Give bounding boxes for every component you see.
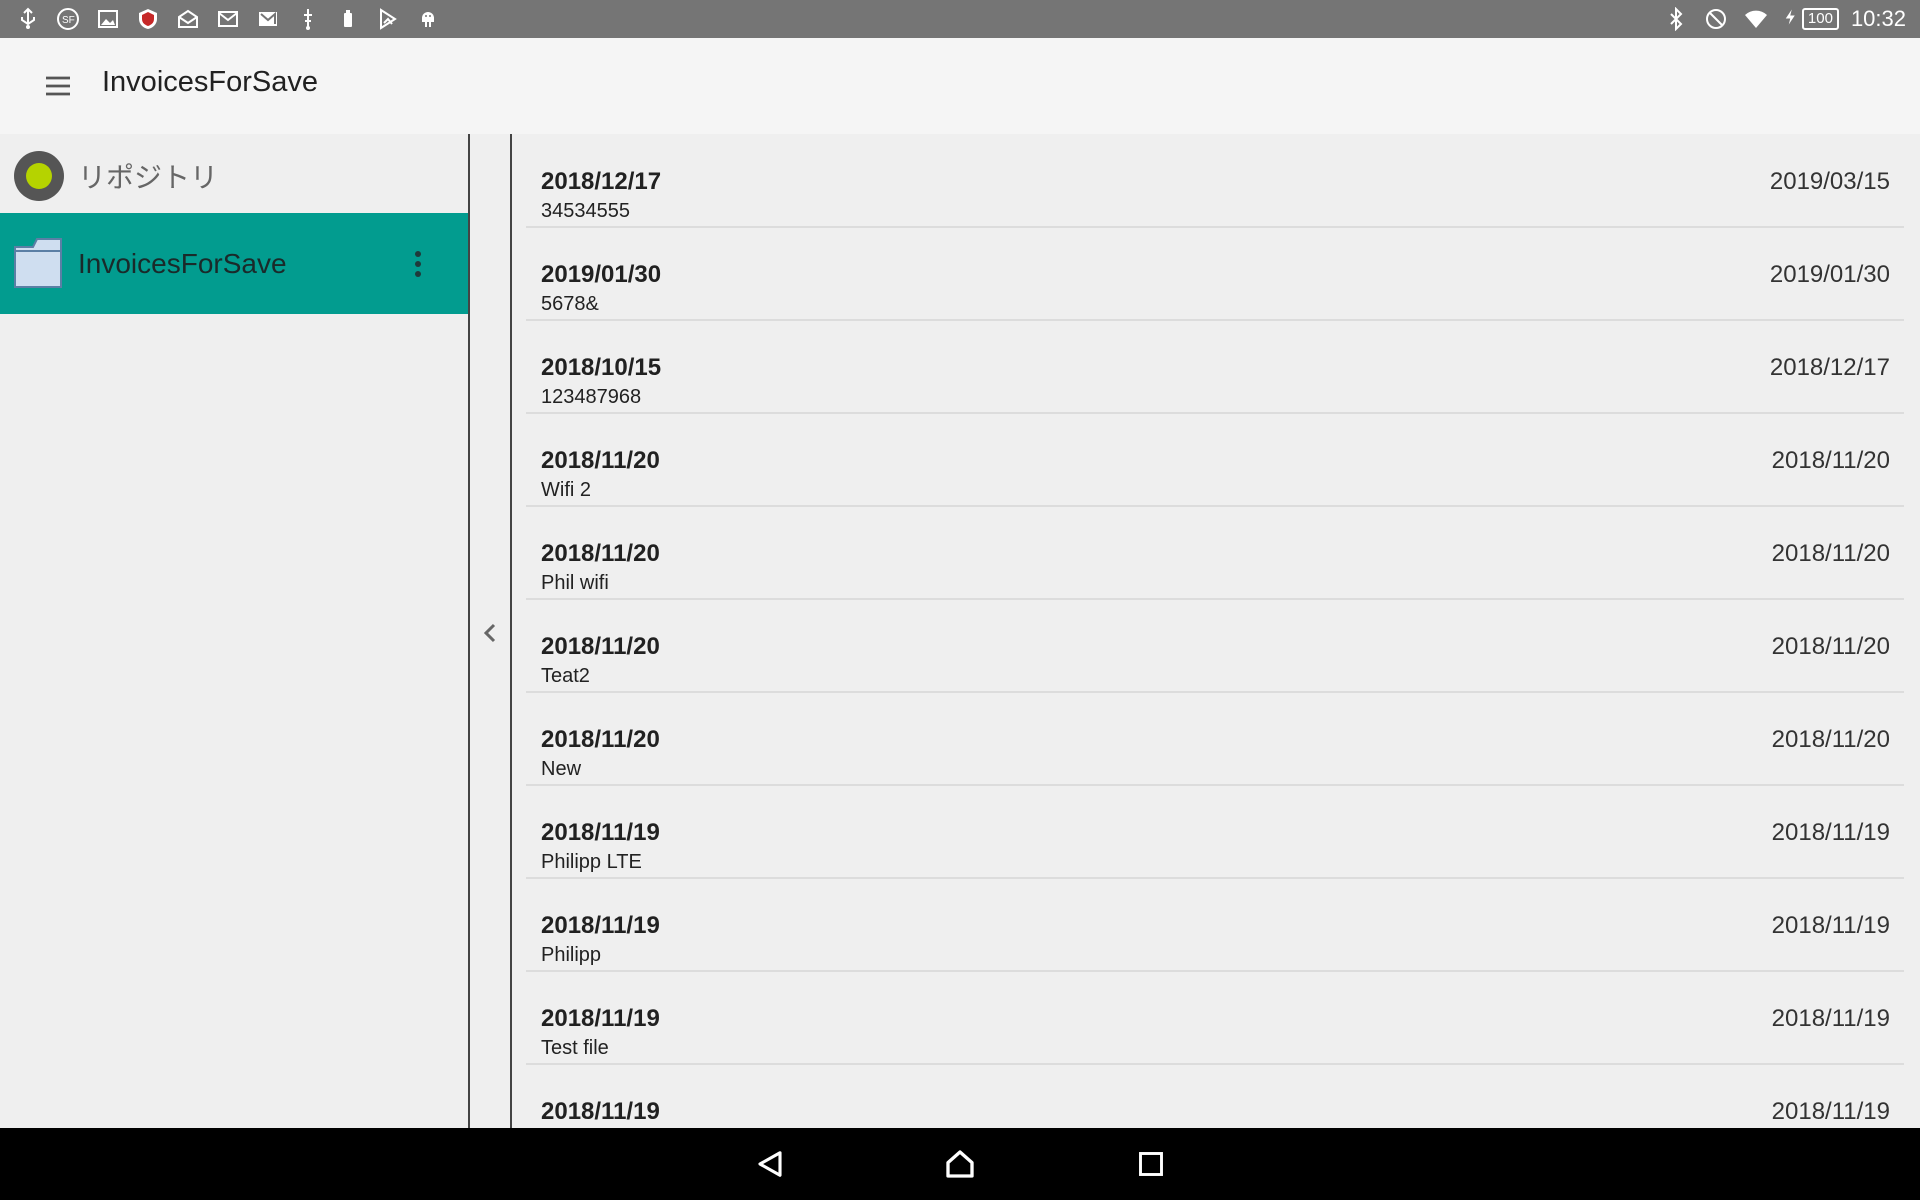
sidebar-item-invoicesforsave[interactable]: InvoicesForSave xyxy=(0,213,468,314)
list-item[interactable]: 2018/10/15 123487968 2018/12/17 xyxy=(526,320,1904,414)
list-item-subtitle: Wifi 2 xyxy=(541,479,591,501)
list-item-date: 2018/11/20 xyxy=(1771,633,1890,660)
mcafee-icon xyxy=(134,5,162,33)
list-item-date: 2018/11/19 xyxy=(1771,912,1890,939)
repository-header-label: リポジトリ xyxy=(78,162,219,193)
list-item[interactable]: 2018/11/19 Test file 2018/11/19 xyxy=(526,971,1904,1065)
charging-icon xyxy=(1782,6,1800,33)
invoice-list: 2018/12/17 34534555 2019/03/15 2019/01/3… xyxy=(526,134,1904,1128)
chevron-left-icon[interactable] xyxy=(478,618,502,648)
wifi-icon xyxy=(1742,5,1770,33)
gmail-icon xyxy=(254,5,282,33)
battery-level: 100 xyxy=(1801,8,1839,30)
list-item-title: 2018/11/20 xyxy=(541,540,660,567)
play-store-icon xyxy=(374,5,402,33)
email-icon xyxy=(214,5,242,33)
list-item-subtitle: Teat2 xyxy=(541,665,590,687)
notification-icons: SF xyxy=(14,0,442,38)
sf-icon: SF xyxy=(54,5,82,33)
list-item-title: 2018/11/19 xyxy=(541,819,660,846)
list-item-subtitle: New xyxy=(541,758,582,780)
list-item[interactable]: 2019/01/30 5678& 2019/01/30 xyxy=(526,227,1904,321)
list-item-subtitle: 123487968 xyxy=(541,386,642,408)
list-item-date: 2018/11/20 xyxy=(1771,540,1890,567)
app-title: InvoicesForSave xyxy=(102,66,318,98)
repository-sidebar: リポジトリ InvoicesForSave xyxy=(0,134,470,1128)
list-item-title: 2019/01/30 xyxy=(541,261,662,288)
more-options-icon[interactable] xyxy=(404,241,432,287)
bluetooth-icon xyxy=(1662,5,1690,33)
list-item-title: 2018/12/17 xyxy=(541,168,662,195)
sidebar-item-label: InvoicesForSave xyxy=(78,248,287,279)
list-item[interactable]: 2018/11/19 2018/11/19 xyxy=(526,1064,1904,1128)
list-item-date: 2018/11/19 xyxy=(1771,1005,1890,1032)
recents-icon[interactable] xyxy=(1129,1142,1173,1186)
list-item[interactable]: 2018/11/19 Philipp LTE 2018/11/19 xyxy=(526,785,1904,879)
list-item[interactable]: 2018/11/20 Teat2 2018/11/20 xyxy=(526,599,1904,693)
app-bar: InvoicesForSave xyxy=(0,38,1920,134)
clock: 10:32 xyxy=(1850,6,1906,31)
usb-debug-icon xyxy=(294,5,322,33)
list-item-title: 2018/11/20 xyxy=(541,447,660,474)
battery-indicator: 100 xyxy=(1782,6,1839,33)
list-item[interactable]: 2018/11/20 New 2018/11/20 xyxy=(526,692,1904,786)
list-item-title: 2018/10/15 xyxy=(541,354,662,381)
image-icon xyxy=(94,5,122,33)
list-item-date: 2018/12/17 xyxy=(1769,354,1890,381)
list-item[interactable]: 2018/11/19 Philipp 2018/11/19 xyxy=(526,878,1904,972)
list-item-date: 2019/01/30 xyxy=(1769,261,1890,288)
folder-icon xyxy=(14,238,62,288)
list-item-subtitle: Test file xyxy=(541,1037,609,1059)
hamburger-menu-icon[interactable] xyxy=(36,64,80,108)
list-item-subtitle: 5678& xyxy=(541,293,599,315)
do-not-disturb-icon xyxy=(1702,5,1730,33)
usb-icon xyxy=(14,5,42,33)
list-item-date: 2018/11/19 xyxy=(1771,819,1890,846)
list-item-title: 2018/11/19 xyxy=(541,1005,660,1032)
list-item-subtitle: Philipp xyxy=(541,944,602,966)
list-item-title: 2018/11/19 xyxy=(541,912,660,939)
repository-status-icon xyxy=(14,151,64,201)
list-item[interactable]: 2018/11/20 Phil wifi 2018/11/20 xyxy=(526,506,1904,600)
home-icon[interactable] xyxy=(938,1142,982,1186)
list-item-title: 2018/11/20 xyxy=(541,726,660,753)
repository-header[interactable]: リポジトリ xyxy=(0,134,468,212)
list-item[interactable]: 2018/11/20 Wifi 2 2018/11/20 xyxy=(526,413,1904,507)
list-item-date: 2018/11/19 xyxy=(1771,1098,1890,1125)
list-item-title: 2018/11/20 xyxy=(541,633,660,660)
status-bar: SF 100 10:32 xyxy=(0,0,1920,38)
list-item-date: 2018/11/20 xyxy=(1771,726,1890,753)
list-item-subtitle: 34534555 xyxy=(541,200,630,222)
svg-text:SF: SF xyxy=(62,15,75,26)
list-item-date: 2018/11/20 xyxy=(1771,447,1890,474)
list-item-subtitle: Phil wifi xyxy=(541,572,609,594)
device-icon xyxy=(334,5,362,33)
mail-open-icon xyxy=(174,5,202,33)
system-icons: 100 10:32 xyxy=(1662,0,1906,38)
list-item-date: 2019/03/15 xyxy=(1769,168,1890,195)
navigation-bar xyxy=(0,1128,1920,1200)
back-icon[interactable] xyxy=(748,1142,792,1186)
list-item-subtitle: Philipp LTE xyxy=(541,851,642,873)
list-item-title: 2018/11/19 xyxy=(541,1098,660,1125)
android-icon xyxy=(414,5,442,33)
panel-splitter xyxy=(470,134,512,1128)
list-item[interactable]: 2018/12/17 34534555 2019/03/15 xyxy=(526,134,1904,228)
